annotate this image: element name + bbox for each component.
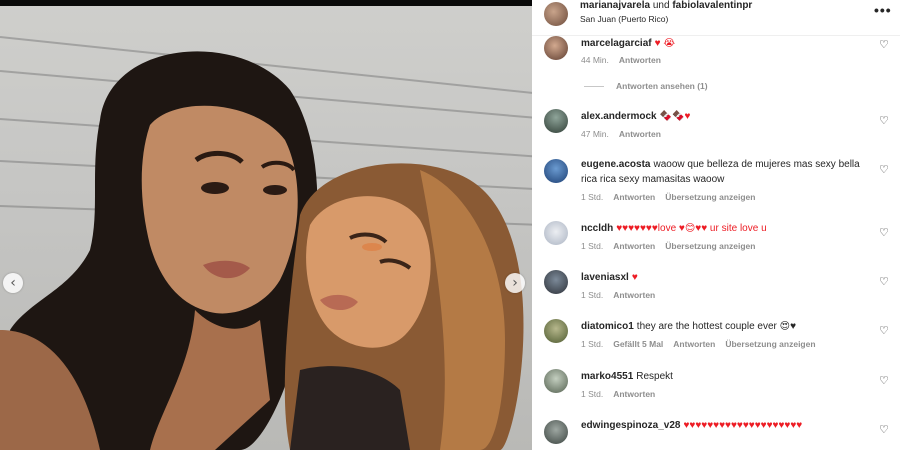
translate-button[interactable]: Übersetzung anzeigen xyxy=(665,192,755,202)
likes-count[interactable]: Gefällt 5 Mal xyxy=(613,339,663,349)
comment-body: laveniasxl ♥ xyxy=(581,270,871,285)
comment-text: ♥ 😭 xyxy=(654,38,676,49)
comment-text: Respekt xyxy=(636,371,673,382)
view-replies-label: Antworten ansehen (1) xyxy=(616,81,708,91)
comment-meta: 1 Std. Antworten Übersetzung anzeigen xyxy=(581,192,765,202)
carousel-next-button[interactable]: › xyxy=(505,273,525,293)
like-heart-icon[interactable]: ♡ xyxy=(879,38,889,51)
comment-time: 1 Std. xyxy=(581,339,604,349)
comment-time: 1 Std. xyxy=(581,192,604,202)
like-heart-icon[interactable]: ♡ xyxy=(879,163,889,176)
comment-username[interactable]: nccldh xyxy=(581,223,613,234)
carousel-prev-button[interactable]: ‹ xyxy=(3,273,23,293)
comment-text: ♥♥♥♥♥♥♥love ♥😊♥♥ ur site love u xyxy=(616,223,767,234)
comment-username[interactable]: diatomico1 xyxy=(581,321,634,332)
translate-button[interactable]: Übersetzung anzeigen xyxy=(665,241,755,251)
comment-time: 44 Min. xyxy=(581,55,609,65)
comments-panel: marianajvarela und fabiolavalentinpr San… xyxy=(532,0,900,450)
comment-body: eugene.acosta waoow que belleza de mujere… xyxy=(581,157,871,187)
comment-text: ♥♥♥♥♥♥♥♥♥♥♥♥♥♥♥♥♥♥♥♥ xyxy=(683,420,803,431)
reply-button[interactable]: Antworten xyxy=(613,290,655,300)
comment-username[interactable]: marko4551 xyxy=(581,371,633,382)
comment-meta: 1 Std. Antworten xyxy=(581,290,665,300)
comment-meta: 1 Std. Antworten xyxy=(581,389,665,399)
reply-button[interactable]: Antworten xyxy=(619,55,661,65)
more-options-icon[interactable]: ••• xyxy=(874,2,892,18)
comment-time: 47 Min. xyxy=(581,129,609,139)
commenter-avatar[interactable] xyxy=(544,369,568,393)
view-replies-button[interactable]: Antworten ansehen (1) xyxy=(584,81,708,91)
like-heart-icon[interactable]: ♡ xyxy=(879,114,889,127)
reply-button[interactable]: Antworten xyxy=(613,241,655,251)
comment-time: 1 Std. xyxy=(581,389,604,399)
replies-divider xyxy=(584,86,604,88)
author-username-1[interactable]: marianajvarela xyxy=(580,0,650,11)
like-heart-icon[interactable]: ♡ xyxy=(879,423,889,436)
reply-button[interactable]: Antworten xyxy=(613,192,655,202)
reply-button[interactable]: Antworten xyxy=(613,389,655,399)
people-illustration xyxy=(0,51,524,450)
comment-body: marcelagarciaf ♥ 😭 xyxy=(581,36,871,51)
like-heart-icon[interactable]: ♡ xyxy=(879,324,889,337)
commenter-avatar[interactable] xyxy=(544,319,568,343)
like-heart-icon[interactable]: ♡ xyxy=(879,275,889,288)
comment-text: they are the hottest couple ever 😍♥ xyxy=(636,321,797,332)
commenter-avatar[interactable] xyxy=(544,221,568,245)
comment-body: diatomico1 they are the hottest couple ev… xyxy=(581,319,871,334)
author-username-2[interactable]: fabiolavalentinpr xyxy=(672,0,752,11)
reply-button[interactable]: Antworten xyxy=(673,339,715,349)
commenter-avatar[interactable] xyxy=(544,420,568,444)
comment-username[interactable]: eugene.acosta xyxy=(581,159,650,170)
post-header: marianajvarela und fabiolavalentinpr San… xyxy=(532,0,900,36)
commenter-avatar[interactable] xyxy=(544,270,568,294)
comment-username[interactable]: laveniasxl xyxy=(581,272,629,283)
comment-username[interactable]: marcelagarciaf xyxy=(581,38,652,49)
reply-button[interactable]: Antworten xyxy=(619,129,661,139)
comment-username[interactable]: alex.andermock xyxy=(581,111,657,122)
author-avatar[interactable] xyxy=(544,2,568,26)
comment-text: ♥ xyxy=(631,272,638,283)
comment-username[interactable]: edwingespinoza_v28 xyxy=(581,420,680,431)
comment-body: marko4551 Respekt xyxy=(581,369,871,384)
commenter-avatar[interactable] xyxy=(544,159,568,183)
location-link[interactable]: San Juan (Puerto Rico) xyxy=(580,14,668,24)
translate-button[interactable]: Übersetzung anzeigen xyxy=(725,339,815,349)
comment-body: edwingespinoza_v28 ♥♥♥♥♥♥♥♥♥♥♥♥♥♥♥♥♥♥♥♥ xyxy=(581,418,871,433)
comment-meta: 1 Std. Antworten Übersetzung anzeigen xyxy=(581,241,765,251)
comment-meta: 44 Min. Antworten xyxy=(581,55,671,65)
comment-time: 1 Std. xyxy=(581,241,604,251)
like-heart-icon[interactable]: ♡ xyxy=(879,374,889,387)
commenter-avatar[interactable] xyxy=(544,109,568,133)
like-heart-icon[interactable]: ♡ xyxy=(879,226,889,239)
comment-text: 🍫🍫♥ xyxy=(659,111,691,122)
comment-meta: 47 Min. Antworten xyxy=(581,129,671,139)
commenter-avatar[interactable] xyxy=(544,36,568,60)
comment-meta: 1 Std. Gefällt 5 Mal Antworten Übersetzung … xyxy=(581,339,826,349)
comment-time: 1 Std. xyxy=(581,290,604,300)
post-photo: ‹ › xyxy=(0,0,532,450)
author-names: marianajvarela und fabiolavalentinpr xyxy=(580,0,752,12)
comment-body: alex.andermock 🍫🍫♥ xyxy=(581,109,871,124)
comment-body: nccldh ♥♥♥♥♥♥♥love ♥😊♥♥ ur site love u xyxy=(581,221,871,236)
author-conjunction: und xyxy=(652,0,670,11)
